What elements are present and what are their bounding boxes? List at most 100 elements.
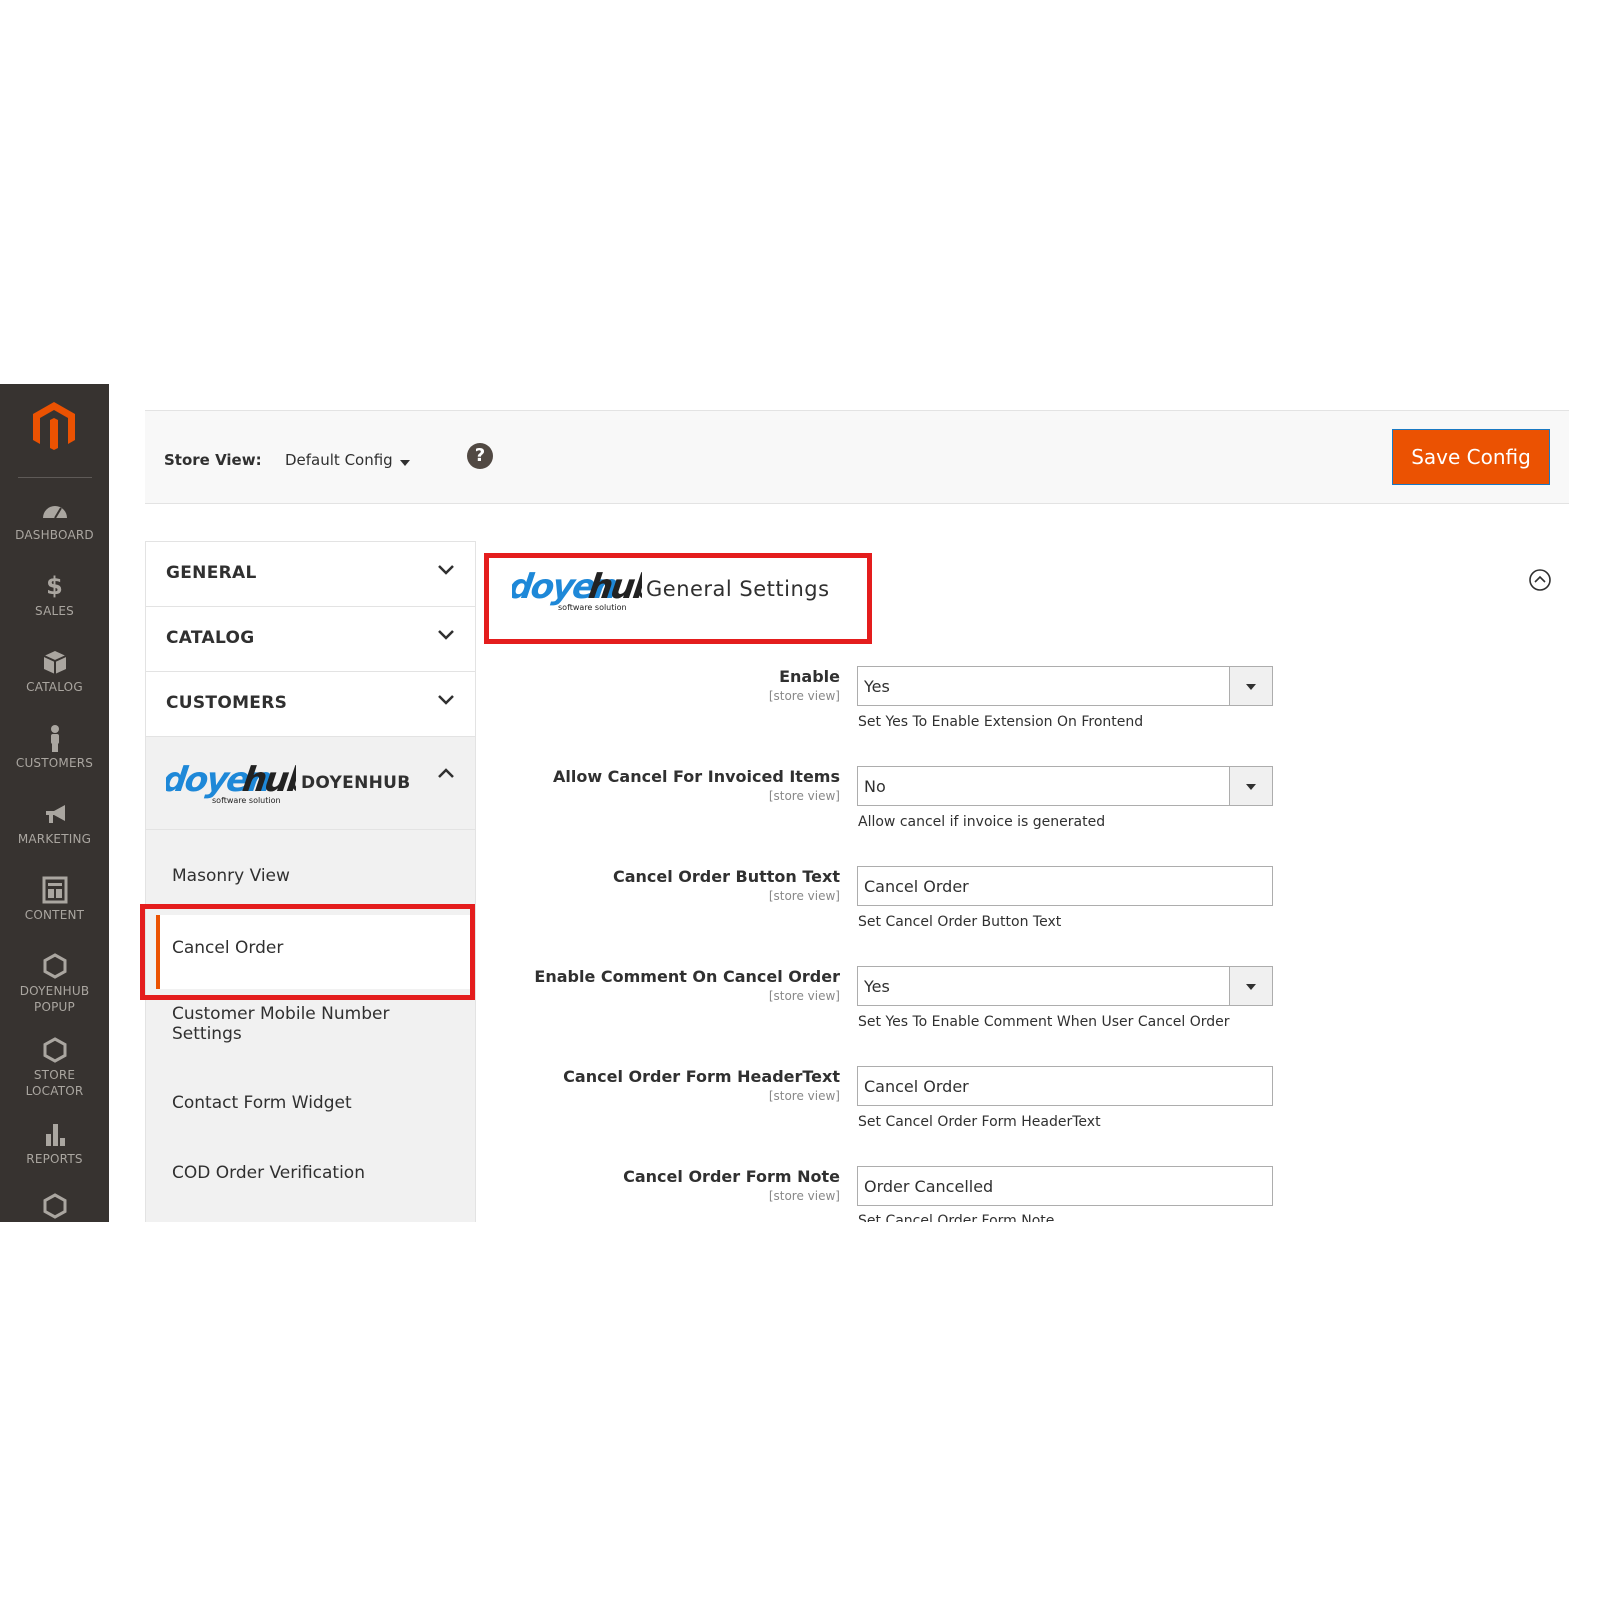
sub-item-label: Cancel Order — [172, 938, 284, 958]
nav-label: STORE LOCATOR — [25, 1068, 84, 1098]
field-scope: [store view] — [768, 689, 840, 703]
field-note: Set Cancel Order Form Note — [858, 1213, 1055, 1222]
nav-label: DASHBOARD — [15, 528, 94, 542]
nav-item-more[interactable] — [0, 1192, 109, 1222]
caret-down-icon[interactable] — [1229, 767, 1272, 805]
sub-item-label: Masonry View — [172, 866, 290, 886]
nav-item-marketing[interactable]: MARKETING — [0, 800, 109, 847]
nav-divider — [18, 477, 92, 478]
field-label: Allow Cancel For Invoiced Items — [552, 767, 840, 786]
nav-item-customers[interactable]: CUSTOMERS — [0, 724, 109, 771]
help-icon[interactable]: ? — [467, 443, 493, 469]
nav-item-doyenhub-popup[interactable]: DOYENHUB POPUP — [0, 952, 109, 1015]
allow-cancel-invoiced-select[interactable]: No — [857, 766, 1273, 806]
bar-chart-icon — [45, 1124, 65, 1146]
save-config-button[interactable]: Save Config — [1392, 429, 1550, 485]
admin-sidebar: DASHBOARD $ SALES CATALOG CUSTOMERS MARK… — [0, 384, 109, 1222]
dollar-icon: $ — [46, 572, 63, 600]
field-note: Set Yes To Enable Extension On Frontend — [858, 714, 1144, 730]
svg-text:software solution: software solution — [212, 796, 281, 805]
field-scope: [store view] — [768, 889, 840, 903]
sub-item-cancel-order[interactable]: Cancel Order — [156, 915, 470, 989]
dashboard-icon — [42, 506, 67, 519]
field-note: Set Cancel Order Button Text — [858, 914, 1062, 930]
config-tabs: GENERAL CATALOG CUSTOMERS doyen hub soft… — [145, 541, 476, 1222]
section-title: General Settings — [646, 577, 830, 601]
select-value: Yes — [864, 977, 890, 996]
sub-item-label: COD Order Verification — [172, 1163, 365, 1183]
sub-item-masonry-view[interactable]: Masonry View — [146, 852, 475, 902]
chevron-down-icon — [438, 630, 454, 640]
nav-item-content[interactable]: CONTENT — [0, 876, 109, 923]
nav-item-dashboard[interactable]: DASHBOARD — [0, 496, 109, 543]
admin-frame: DASHBOARD $ SALES CATALOG CUSTOMERS MARK… — [0, 384, 1600, 1222]
field-note: Set Yes To Enable Comment When User Canc… — [858, 1014, 1230, 1030]
megaphone-icon — [45, 805, 65, 823]
field-label: Cancel Order Form HeaderText — [563, 1067, 840, 1086]
tab-customers[interactable]: CUSTOMERS — [146, 672, 475, 737]
nav-label: SALES — [35, 604, 74, 618]
nav-label: CATALOG — [26, 680, 83, 694]
input-value: Cancel Order — [864, 1077, 969, 1096]
nav-label: MARKETING — [17, 832, 92, 846]
sub-item-customer-mobile[interactable]: Customer Mobile Number Settings — [146, 1000, 475, 1056]
chevron-down-icon — [438, 565, 454, 575]
field-note: Set Cancel Order Form HeaderText — [858, 1114, 1101, 1130]
hexagon-icon — [43, 1037, 66, 1063]
svg-text:hub: hub — [586, 567, 642, 607]
nav-label: CUSTOMERS — [15, 756, 94, 770]
field-label: Enable Comment On Cancel Order — [534, 967, 840, 986]
enable-select[interactable]: Yes — [857, 666, 1273, 706]
svg-text:software solution: software solution — [558, 603, 627, 612]
hexagon-icon — [43, 953, 66, 979]
nav-label: CONTENT — [24, 908, 85, 922]
box-icon — [43, 651, 66, 674]
caret-down-icon[interactable] — [400, 460, 410, 466]
enable-comment-select[interactable]: Yes — [857, 966, 1273, 1006]
field-label: Cancel Order Button Text — [612, 867, 840, 886]
person-icon — [50, 725, 59, 752]
tab-general[interactable]: GENERAL — [146, 542, 475, 607]
doyenhub-logo: doyen hub software solution — [512, 567, 642, 612]
nav-label: DOYENHUB POPUP — [19, 984, 90, 1014]
nav-item-sales[interactable]: $ SALES — [0, 572, 109, 619]
chevron-down-icon — [438, 695, 454, 705]
form-note-input[interactable]: Order Cancelled — [857, 1166, 1273, 1206]
store-view-label: Store View: — [164, 451, 262, 469]
field-scope: [store view] — [768, 1089, 840, 1103]
tab-label: DOYENHUB — [301, 773, 411, 793]
sub-item-cod-order-verification[interactable]: COD Order Verification — [146, 1149, 475, 1199]
field-scope: [store view] — [768, 989, 840, 1003]
nav-label: REPORTS — [26, 1152, 83, 1166]
sub-item-label: Contact Form Widget — [172, 1093, 352, 1113]
tab-label: GENERAL — [166, 563, 257, 583]
chevron-up-icon — [438, 768, 454, 778]
nav-item-store-locator[interactable]: STORE LOCATOR — [0, 1036, 109, 1099]
tab-label: CATALOG — [166, 628, 255, 648]
field-label: Enable — [779, 667, 840, 686]
hexagon-icon — [43, 1193, 66, 1219]
field-scope: [store view] — [768, 1189, 840, 1203]
field-scope: [store view] — [768, 789, 840, 803]
form-header-text-input[interactable]: Cancel Order — [857, 1066, 1273, 1106]
field-note: Allow cancel if invoice is generated — [858, 814, 1106, 830]
collapse-section-icon[interactable] — [1528, 568, 1552, 592]
cancel-button-text-input[interactable]: Cancel Order — [857, 866, 1273, 906]
tab-label: CUSTOMERS — [166, 693, 288, 713]
input-value: Cancel Order — [864, 877, 969, 896]
sub-item-label: Customer Mobile Number Settings — [172, 1004, 390, 1044]
layout-icon — [42, 876, 67, 904]
tab-catalog[interactable]: CATALOG — [146, 607, 475, 672]
caret-down-icon[interactable] — [1229, 967, 1272, 1005]
caret-down-icon[interactable] — [1229, 667, 1272, 705]
store-view-switcher[interactable]: Default Config — [285, 451, 393, 469]
nav-item-reports[interactable]: REPORTS — [0, 1120, 109, 1167]
select-value: Yes — [864, 677, 890, 696]
sub-item-contact-form-widget[interactable]: Contact Form Widget — [146, 1079, 475, 1129]
input-value: Order Cancelled — [864, 1177, 994, 1196]
field-label: Cancel Order Form Note — [623, 1167, 840, 1186]
nav-item-catalog[interactable]: CATALOG — [0, 648, 109, 695]
tab-doyenhub[interactable]: doyen hub software solution DOYENHUB — [146, 737, 475, 830]
magento-logo[interactable] — [31, 400, 77, 452]
page-actions-bar: Store View: Default Config ? Save Config — [145, 410, 1569, 504]
